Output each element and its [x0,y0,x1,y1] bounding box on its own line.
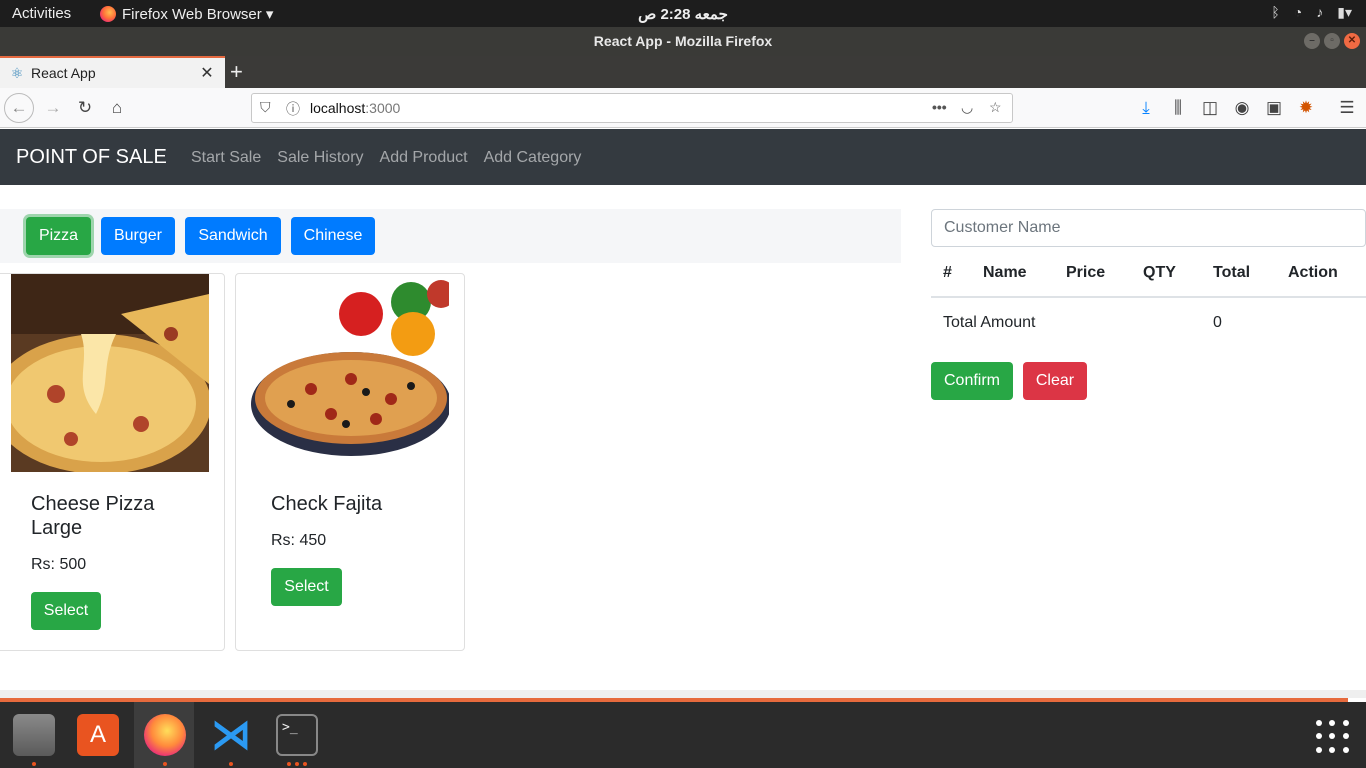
running-indicator [32,762,36,766]
files-icon [13,714,55,756]
product-card: Cheese Pizza Large Rs: 500 Select [0,273,225,651]
url-port: :3000 [365,100,401,116]
header-qty: QTY [1143,264,1176,281]
page-bottom-strip [0,690,1366,698]
app-menu-label: Firefox Web Browser ▾ [122,6,274,23]
clock[interactable]: جمعه 2:28 ص [620,5,746,23]
shield-icon[interactable]: ⛉ [260,99,271,116]
firefox-icon [144,714,186,756]
tab-react-app[interactable]: ⚛ React App ✕ [0,56,225,88]
header-index: # [943,264,952,281]
show-applications-icon[interactable] [1316,720,1350,754]
activities-button[interactable]: Activities [12,5,71,22]
window-title: React App - Mozilla Firefox [593,33,773,49]
brand[interactable]: POINT OF SALE [16,146,167,169]
running-indicator [295,762,299,766]
tab-strip: ⚛ React App ✕ + [0,56,1366,88]
product-card: Check Fajita Rs: 450 Select [235,273,465,651]
url-host: localhost [310,100,366,116]
vscode-icon: ⋊ [211,713,251,757]
minimize-button[interactable]: – [1304,33,1320,49]
header-total: Total [1213,264,1251,281]
category-bar: Pizza Burger Sandwich Chinese [0,209,901,263]
close-window-button[interactable]: ✕ [1344,33,1360,49]
system-top-bar: Activities Firefox Web Browser ▾ جمعه 2:… [0,0,1366,27]
url-text[interactable]: localhost:3000 [310,100,400,116]
dock-firefox[interactable] [134,702,194,768]
nav-add-category[interactable]: Add Category [484,149,582,167]
new-tab-icon[interactable]: + [230,59,243,85]
bluetooth-icon[interactable]: ᛒ [1271,4,1279,21]
dock-files[interactable] [3,702,63,768]
product-name: Check Fajita [271,493,383,515]
total-amount-value: 0 [1213,314,1222,331]
page-actions-icon[interactable]: ••• [932,99,947,115]
pocket-icon[interactable]: ◡ [961,99,973,116]
addon-icon[interactable]: ✹ [1294,96,1318,120]
nav-start-sale[interactable]: Start Sale [191,149,261,167]
customer-name-input[interactable]: Customer Name [931,209,1366,247]
select-product-button[interactable]: Select [271,568,342,606]
menu-icon[interactable]: ☰ [1335,96,1359,120]
nav-sale-history[interactable]: Sale History [277,149,363,167]
dock-vscode[interactable]: ⋊ [200,702,260,768]
info-icon[interactable]: ⓘ [286,99,300,119]
table-header-divider [931,296,1366,298]
app-menu[interactable]: Firefox Web Browser ▾ [100,5,273,23]
dock-software[interactable]: A [67,702,127,768]
reload-icon[interactable]: ↻ [73,96,97,120]
software-store-icon: A [77,714,119,756]
back-arrow-icon[interactable]: ← [4,93,34,123]
extension-icon[interactable]: ▣ [1262,96,1286,120]
category-sandwich-button[interactable]: Sandwich [185,217,281,255]
running-indicator [229,762,233,766]
app-navbar: POINT OF SALE Start Sale Sale History Ad… [0,129,1366,185]
nav-links: Start Sale Sale History Add Product Add … [191,149,581,167]
download-icon[interactable]: ⤓ [1134,96,1158,120]
bookmark-star-icon[interactable]: ☆ [989,99,1002,116]
select-product-button[interactable]: Select [31,592,101,630]
close-tab-icon[interactable]: ✕ [197,63,217,83]
fajita-pizza-image [251,274,449,472]
product-price: Rs: 500 [31,556,87,573]
terminal-icon: >_ [276,714,318,756]
system-tray[interactable]: ᛒ ◔ ♪ ▮▾ [1271,4,1352,21]
header-action: Action [1288,264,1338,281]
forward-arrow-icon[interactable]: → [41,96,65,120]
url-bar[interactable]: ⛉ ⓘ localhost:3000 ••• ◡ ☆ [251,93,1013,123]
library-icon[interactable]: ⫼ [1166,96,1190,120]
battery-icon[interactable]: ▮▾ [1337,4,1352,21]
sidebar-icon[interactable]: ◫ [1198,96,1222,120]
dock-terminal[interactable]: >_ [266,702,326,768]
category-chinese-button[interactable]: Chinese [291,217,375,255]
window-titlebar: React App - Mozilla Firefox – ▫ ✕ [0,27,1366,56]
maximize-button[interactable]: ▫ [1324,33,1340,49]
category-burger-button[interactable]: Burger [101,217,175,255]
header-price: Price [1066,264,1106,281]
product-name: Cheese Pizza Large [31,493,155,539]
nav-add-product[interactable]: Add Product [380,149,468,167]
wifi-icon[interactable]: ◔ [1294,4,1302,21]
confirm-button[interactable]: Confirm [931,362,1013,400]
header-name: Name [983,264,1027,281]
running-indicator [303,762,307,766]
firefox-icon [100,6,116,22]
running-indicator [287,762,291,766]
cheese-pizza-image [11,274,209,472]
home-icon[interactable]: ⌂ [105,96,129,120]
running-indicator [163,762,167,766]
product-price: Rs: 450 [271,532,327,549]
react-icon: ⚛ [10,65,24,81]
category-pizza-button[interactable]: Pizza [26,217,91,255]
dock: A ⋊ >_ [0,702,1366,768]
clear-button[interactable]: Clear [1023,362,1087,400]
browser-toolbar: ← → ↻ ⌂ ⛉ ⓘ localhost:3000 ••• ◡ ☆ ⤓ ⫼ ◫… [0,88,1366,128]
volume-icon[interactable]: ♪ [1316,4,1323,21]
tab-title: React App [31,65,96,81]
total-amount-label: Total Amount [943,314,1036,331]
account-icon[interactable]: ◉ [1230,96,1254,120]
